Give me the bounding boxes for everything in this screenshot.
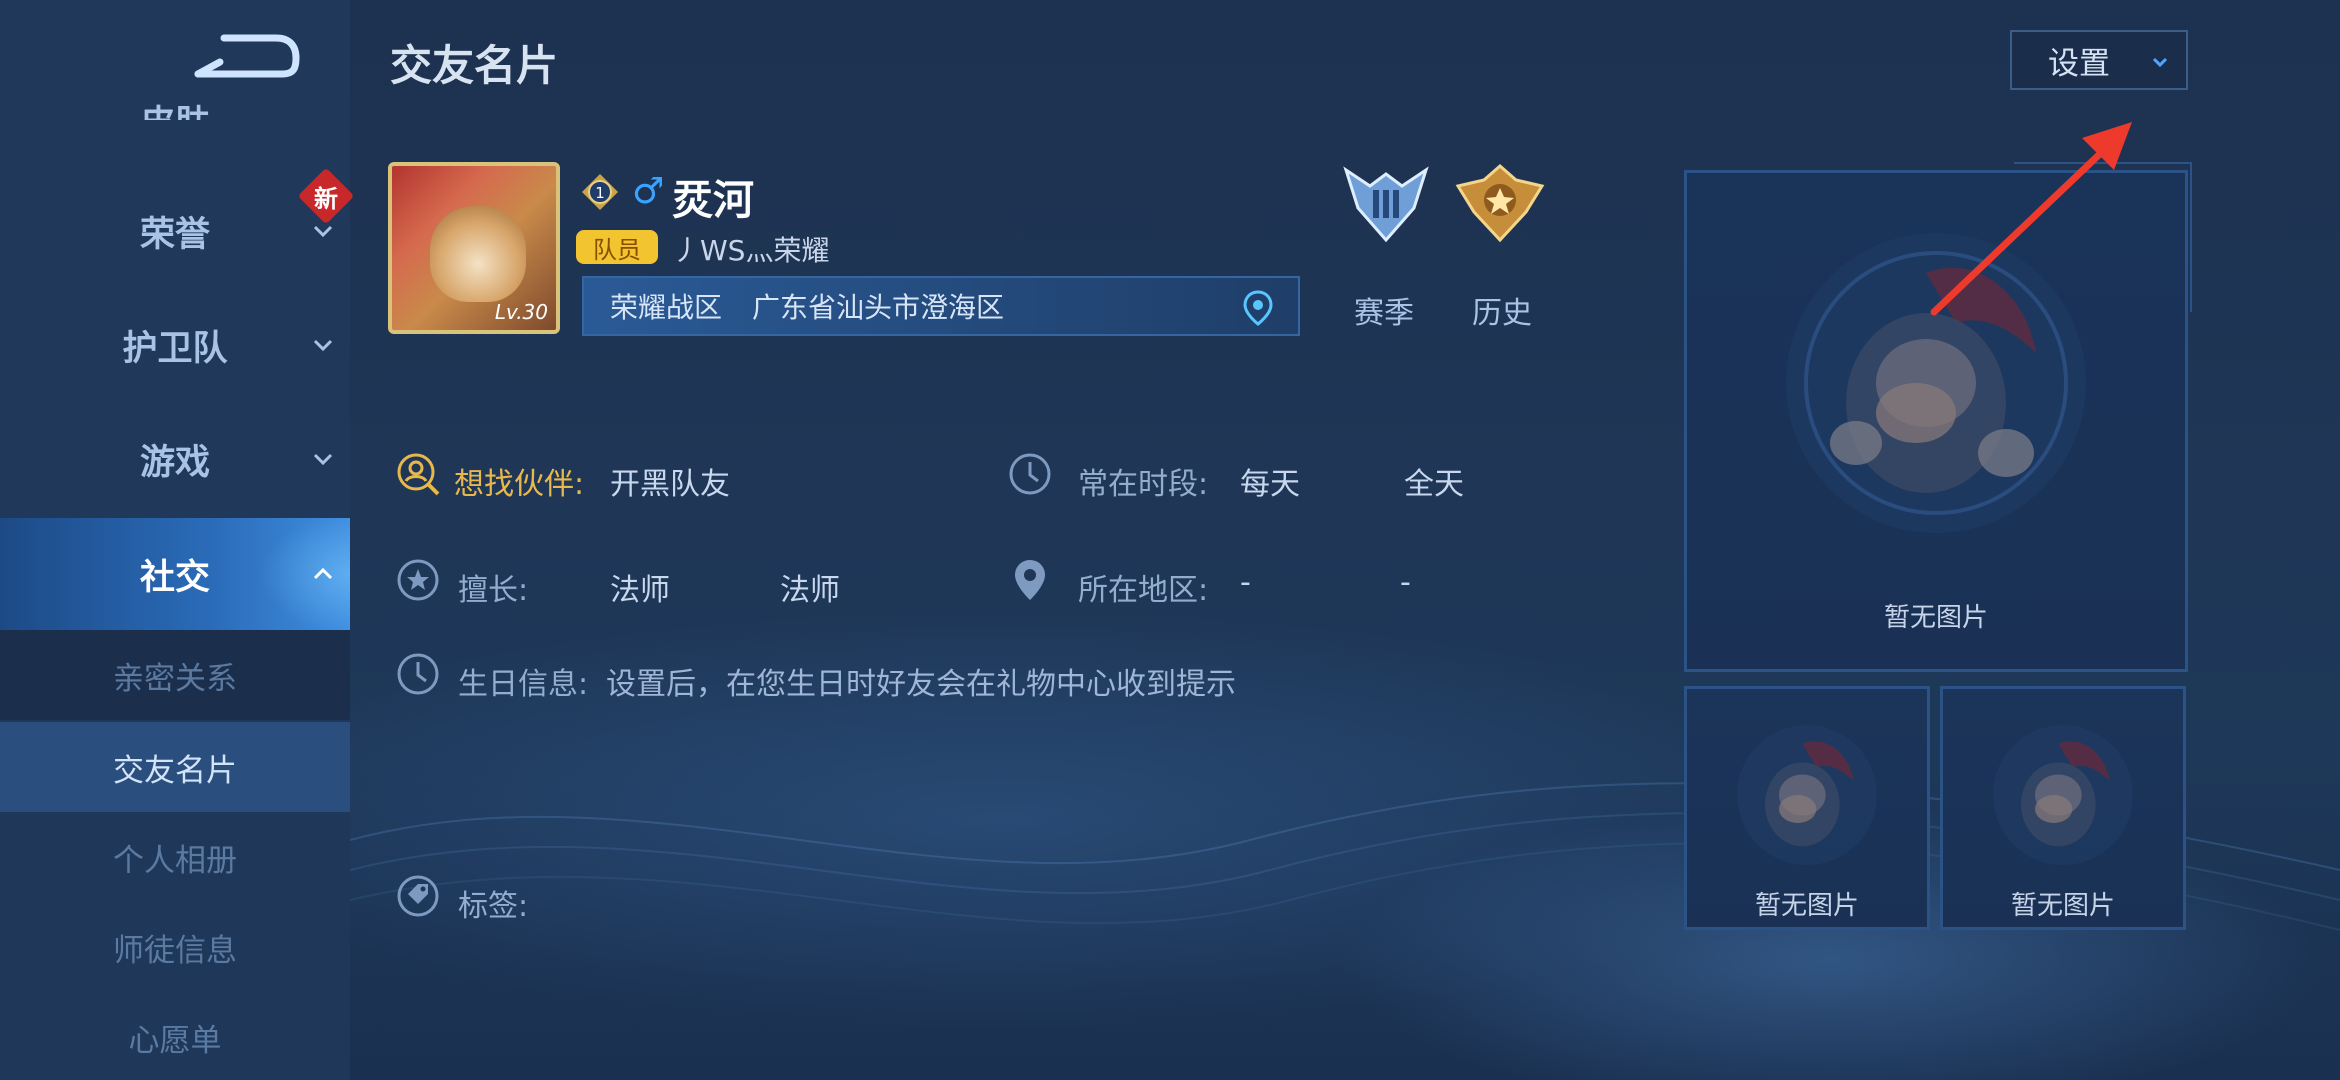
sidebar-subitem-label: 师徒信息 xyxy=(113,932,237,969)
sidebar-subitem-label: 交友名片 xyxy=(113,752,237,789)
photo-main-label: 暂无图片 xyxy=(1883,603,1988,633)
chevron-down-icon xyxy=(2152,57,2168,68)
chevron-down-icon xyxy=(313,339,333,352)
rank-level-icon: 1 xyxy=(582,174,618,210)
sidebar-item-guard[interactable]: 护卫队 xyxy=(0,290,350,400)
sidebar-item-label: 荣誉 xyxy=(139,214,210,255)
placeholder-hero-image xyxy=(1993,725,2133,865)
role-badge: 队员 xyxy=(576,230,658,264)
avatar-level: Lv.30 xyxy=(494,300,548,324)
birthday-value[interactable]: 设置后，在您生日时好友会在礼物中心收到提示 xyxy=(606,659,1236,703)
skill-label: 擅长: xyxy=(458,573,529,608)
username: 烎河 xyxy=(672,176,754,224)
sidebar-item-social[interactable]: 社交 xyxy=(0,518,350,630)
team-name[interactable]: 丿WS灬荣耀 xyxy=(672,229,829,269)
settings-dropdown[interactable]: 设置 xyxy=(2010,30,2188,90)
region-label: 所在地区: xyxy=(1078,573,1209,608)
region-1[interactable]: - xyxy=(1240,565,1251,600)
zone-bar[interactable]: 荣耀战区 广东省汕头市澄海区 xyxy=(582,276,1300,336)
sidebar-subitem-label: 亲密关系 xyxy=(113,660,237,697)
clock-icon xyxy=(1009,453,1051,495)
history-label: 历史 xyxy=(1472,296,1532,331)
sidebar-item-label: 皮肤 xyxy=(140,95,210,120)
partner-value[interactable]: 开黑队友 xyxy=(610,459,730,503)
sidebar-subitem-label: 个人相册 xyxy=(113,842,237,879)
zone-label: 荣耀战区 xyxy=(610,291,723,324)
sidebar-subitem-friend-card[interactable]: 交友名片 xyxy=(0,722,350,812)
tag-icon xyxy=(397,875,439,917)
sidebar: 皮肤 荣誉 新 护卫队 游戏 社交 亲密关系 交友名片 个人相册 师徒信息 心愿… xyxy=(0,0,355,1080)
partner-search-icon xyxy=(397,453,440,496)
time-span[interactable]: 全天 xyxy=(1404,459,1464,503)
season-medal-icon[interactable] xyxy=(1340,160,1432,246)
photo-small-2-label: 暂无图片 xyxy=(2010,891,2115,921)
photo-main[interactable]: 暂无图片 xyxy=(1684,170,2188,672)
sidebar-subitem-intimacy[interactable]: 亲密关系 xyxy=(0,630,350,720)
placeholder-hero-image xyxy=(1737,725,1877,865)
region-2[interactable]: - xyxy=(1400,565,1411,600)
placeholder-hero-image xyxy=(1786,233,2086,533)
history-medal-icon[interactable] xyxy=(1454,160,1546,246)
star-badge-icon xyxy=(397,559,439,601)
time-label: 常在时段: xyxy=(1078,467,1209,502)
avatar[interactable]: Lv.30 xyxy=(388,162,560,334)
chevron-down-icon xyxy=(313,453,333,466)
location-pin-icon[interactable] xyxy=(1238,288,1278,328)
male-icon: ♂ xyxy=(632,171,665,212)
photo-small-1[interactable]: 暂无图片 xyxy=(1684,686,1930,930)
birthday-label: 生日信息: xyxy=(458,667,589,702)
location-icon xyxy=(1015,560,1045,600)
sidebar-item-label: 护卫队 xyxy=(122,328,228,369)
avatar-dog-image xyxy=(430,206,526,302)
chevron-up-icon xyxy=(313,567,333,580)
sidebar-subitem-album[interactable]: 个人相册 xyxy=(0,812,350,902)
sidebar-item-skins[interactable]: 皮肤 xyxy=(0,70,350,120)
sidebar-item-label: 游戏 xyxy=(139,442,210,483)
time-days[interactable]: 每天 xyxy=(1240,459,1300,503)
page-title: 交友名片 xyxy=(390,41,559,90)
clock-icon xyxy=(397,653,439,695)
photo-small-2[interactable]: 暂无图片 xyxy=(1940,686,2186,930)
sidebar-item-honor[interactable]: 荣誉 xyxy=(0,176,350,286)
rank-level-number: 1 xyxy=(595,184,605,202)
sidebar-item-game[interactable]: 游戏 xyxy=(0,404,350,514)
settings-label: 设置 xyxy=(2048,45,2110,82)
sidebar-subitem-label: 心愿单 xyxy=(128,1022,222,1059)
skill-2[interactable]: 法师 xyxy=(780,565,840,609)
sidebar-subitem-wishlist[interactable]: 心愿单 xyxy=(0,992,350,1080)
season-label: 赛季 xyxy=(1354,296,1414,331)
partner-label: 想找伙伴: xyxy=(454,467,585,502)
photo-small-1-label: 暂无图片 xyxy=(1754,891,1859,921)
tags-label: 标签: xyxy=(458,889,529,924)
sidebar-item-label: 社交 xyxy=(139,557,210,598)
new-badge-label: 新 xyxy=(314,184,338,213)
sidebar-subitem-mentor[interactable]: 师徒信息 xyxy=(0,902,350,992)
skill-1[interactable]: 法师 xyxy=(610,565,670,609)
zone-location: 广东省汕头市澄海区 xyxy=(752,291,1005,324)
